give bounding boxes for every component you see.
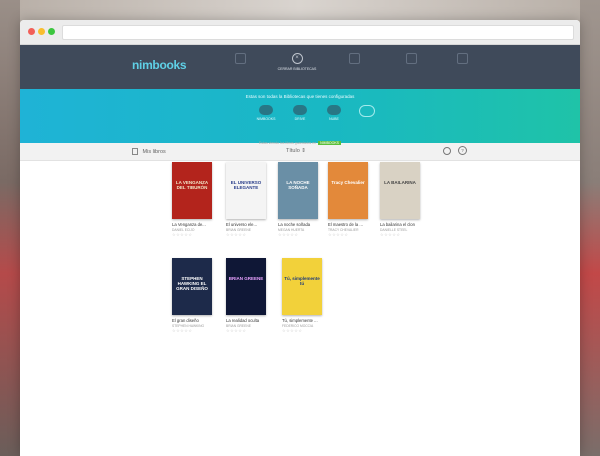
cover-text: BRIAN GREENE [228,276,264,281]
book-title[interactable]: La Venganza de... [172,222,216,227]
my-books-label: Mis libros [142,148,166,155]
cover-text: LA BAILARINA [384,180,416,185]
books-toolbar: Mis libros Título ⇕ ? [20,143,580,161]
maximize-window-button[interactable] [48,28,55,35]
minimize-window-button[interactable] [38,28,45,35]
add-cloud-icon [359,105,375,117]
library-status-text: Estas viendo los libros guardados en [258,141,317,145]
nimbooks-cloud-icon [259,105,273,115]
rating-stars[interactable]: ☆☆☆☆☆ [172,232,216,237]
book-title[interactable]: El universo ele... [226,222,270,227]
book-card[interactable]: LA VENGANZA DEL TIBURÓN La Venganza de...… [172,162,216,237]
book-cover[interactable]: Tracy Chevalier [328,162,368,219]
help-icon[interactable]: ? [458,146,467,155]
library-label: NIMBOOKS [256,117,276,121]
nav-item-settings[interactable] [432,53,492,67]
drive-cloud-icon [293,105,307,115]
library-drive[interactable]: DRIVE [285,105,315,121]
gear-icon [456,53,468,64]
book-title[interactable]: La noche soñada [278,222,322,227]
nav-item-close-libraries[interactable]: × CERRAR BIBLIOTECAS [267,53,327,71]
close-window-button[interactable] [28,28,35,35]
window-titlebar [20,20,580,45]
document-icon [132,148,138,155]
cover-text: LA VENGANZA DEL TIBURÓN [175,180,209,190]
book-card[interactable]: BRIAN GREENE La realidad oculta BRIAN GREE… [226,258,270,333]
book-title[interactable]: El gran diseño [172,318,216,323]
rating-stars[interactable]: ☆☆☆☆☆ [328,232,372,237]
book-icon [234,53,246,64]
cover-text: STEPHEN HAWKING EL GRAN DISEÑO [176,276,208,291]
cover-text: EL UNIVERSO ELEGANTE [230,180,262,190]
nav-item-label: CERRAR BIBLIOTECAS [277,67,317,71]
book-title[interactable]: El maestro de la ... [328,222,372,227]
cover-text: Tú, simplemente tú [284,276,320,286]
book-title[interactable]: Tú, simplemente ... [282,318,326,323]
users-icon [348,53,360,64]
sort-by-title[interactable]: Título ⇕ [286,148,306,154]
my-books-link[interactable]: Mis libros [132,148,166,155]
book-cover[interactable]: BRIAN GREENE [226,258,266,315]
rating-stars[interactable]: ☆☆☆☆☆ [226,232,270,237]
book-title[interactable]: La bailarina el clon [380,222,424,227]
book-cover[interactable]: LA NOCHE SOÑADA [278,162,318,219]
book-card[interactable]: LA NOCHE SOÑADA La noche soñada MEGAN HUER… [278,162,322,237]
cover-text: Tracy Chevalier [331,180,365,185]
cover-text: LA NOCHE SOÑADA [286,180,310,190]
close-circle-icon: × [291,53,303,64]
library-nube[interactable]: NUBE [319,105,349,121]
book-card[interactable]: EL UNIVERSO ELEGANTE El universo ele... BR… [226,162,270,237]
book-card[interactable]: Tú, simplemente tú Tú, simplemente ... FED… [282,258,326,333]
libraries-subtitle: Estas son todas la Bibliotecas que tiene… [245,94,355,99]
rating-stars[interactable]: ☆☆☆☆☆ [172,328,216,333]
address-bar[interactable] [62,25,574,40]
book-cover[interactable]: Tú, simplemente tú [282,258,322,315]
book-cover[interactable]: EL UNIVERSO ELEGANTE [226,162,266,219]
nav-item-users[interactable] [324,53,384,67]
rating-stars[interactable]: ☆☆☆☆☆ [282,328,326,333]
search-icon[interactable] [443,147,451,155]
rating-stars[interactable]: ☆☆☆☆☆ [380,232,424,237]
book-cover[interactable]: STEPHEN HAWKING EL GRAN DISEÑO [172,258,212,315]
libraries-bar: Estas son todas la Bibliotecas que tiene… [20,89,580,143]
library-label: DRIVE [294,117,306,121]
document-icon [405,53,417,64]
rating-stars[interactable]: ☆☆☆☆☆ [226,328,270,333]
background-left [0,0,20,456]
browser-window: nimbooks × CERRAR BIBLIOTECAS Estas son … [20,20,580,456]
book-cover[interactable]: LA BAILARINA [380,162,420,219]
book-cover[interactable]: LA VENGANZA DEL TIBURÓN [172,162,212,219]
background-right [580,0,600,456]
book-title[interactable]: La realidad oculta [226,318,270,323]
rating-stars[interactable]: ☆☆☆☆☆ [278,232,322,237]
library-label: NUBE [329,117,339,121]
book-card[interactable]: Tracy Chevalier El maestro de la ... TRACY… [328,162,372,237]
top-navigation: nimbooks × CERRAR BIBLIOTECAS [20,45,580,89]
nav-item-books[interactable] [210,53,270,67]
book-card[interactable]: LA BAILARINA La bailarina el clon DANIELLE… [380,162,424,237]
library-status: Estas viendo los libros guardados en NIMB… [20,141,580,145]
library-badge: NIMBOOKS [318,141,342,145]
nube-cloud-icon [327,105,341,115]
nimbooks-logo[interactable]: nimbooks [132,58,187,72]
library-nimbooks[interactable]: NIMBOOKS [251,105,281,121]
book-card[interactable]: STEPHEN HAWKING EL GRAN DISEÑO El gran di… [172,258,216,333]
library-add[interactable] [352,105,382,119]
